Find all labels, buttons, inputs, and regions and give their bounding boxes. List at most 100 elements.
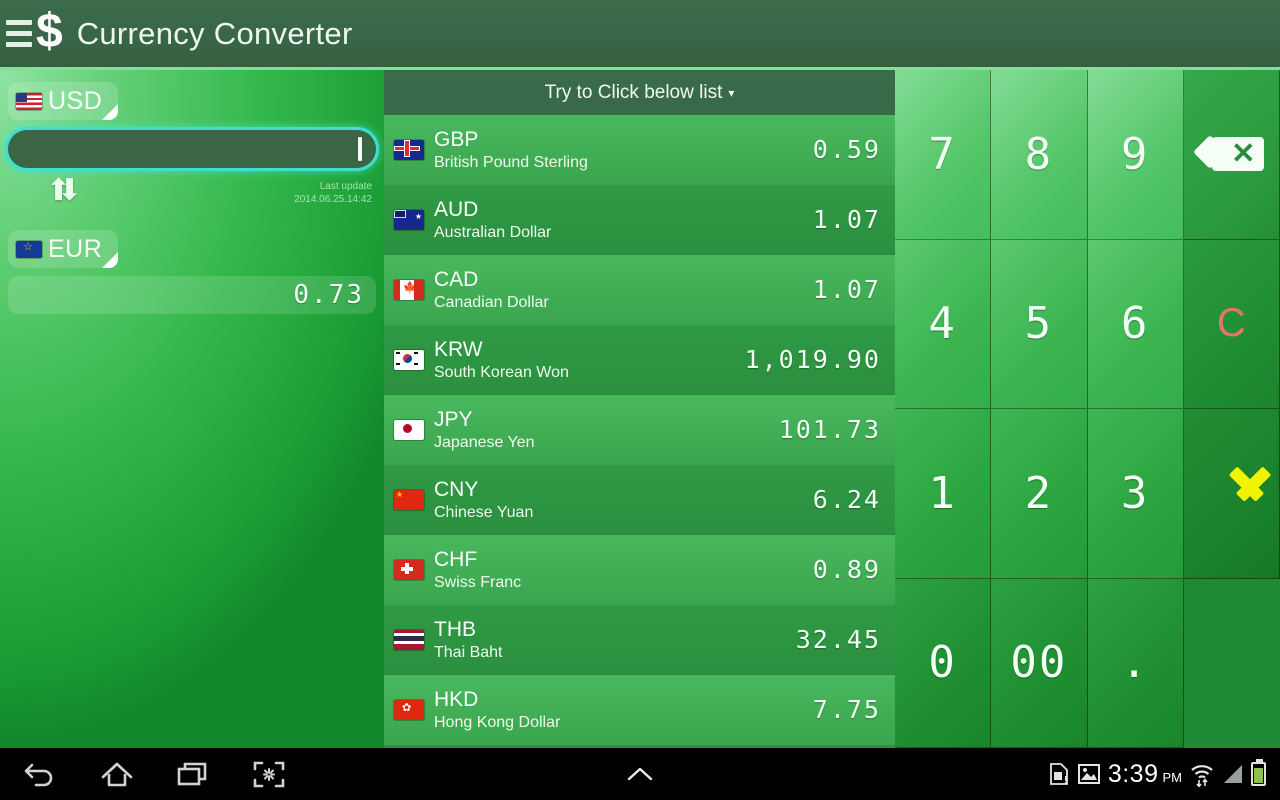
currency-text: JPY Japanese Yen (434, 408, 779, 452)
dollar-icon: $ (36, 4, 63, 58)
flag-icon-jpy (394, 419, 424, 440)
flag-icon-eur (16, 240, 42, 258)
key-clear-label: C (1216, 301, 1246, 346)
signal-icon (1224, 765, 1242, 783)
list-header[interactable]: Try to Click below list ▾ (384, 70, 895, 115)
table-row[interactable]: HKD Hong Kong Dollar 7.75 (384, 675, 895, 745)
recents-icon[interactable] (174, 757, 212, 791)
key-label: 6 (1120, 298, 1150, 350)
key-6[interactable]: 6 (1087, 239, 1184, 409)
amount-input[interactable] (8, 130, 376, 168)
title-bar: $ Currency Converter (0, 0, 1280, 70)
last-update-value: 2014.06.25.14:42 (294, 194, 372, 205)
key-2[interactable]: 2 (991, 409, 1088, 579)
currency-text: GBP British Pound Sterling (434, 128, 813, 172)
table-row[interactable]: KRW South Korean Won 1,019.90 (384, 325, 895, 395)
currency-rate: 7.75 (812, 695, 881, 724)
battery-icon (1251, 759, 1266, 786)
key-1[interactable]: 1 (895, 409, 992, 579)
table-row[interactable]: GBP British Pound Sterling 0.59 (384, 115, 895, 185)
table-row[interactable]: CAD Canadian Dollar 1.07 (384, 255, 895, 325)
flag-icon-aud (394, 209, 424, 230)
currency-rate: 0.89 (812, 555, 881, 584)
currency-code: CHF (434, 547, 478, 571)
table-row[interactable]: THB Thai Baht 32.45 (384, 605, 895, 675)
key-7[interactable]: 7 (895, 70, 992, 240)
key-label: 5 (1024, 298, 1054, 350)
key-label: 7 (928, 128, 957, 180)
currency-code: KRW (434, 337, 483, 361)
currency-rate: 32.45 (795, 625, 881, 654)
flag-icon-krw (394, 349, 424, 370)
key-label: . (1120, 637, 1150, 689)
currency-rate: 0.59 (812, 135, 881, 164)
key-4[interactable]: 4 (895, 239, 992, 409)
currency-code: GBP (434, 127, 479, 151)
chevron-down-icon: ▾ (728, 85, 735, 100)
swap-arrows-icon[interactable]: ⬆ ⬇ (46, 176, 82, 214)
key-label: 2 (1024, 467, 1054, 519)
currency-code: CNY (434, 477, 479, 501)
hamburger-icon[interactable] (6, 19, 32, 49)
table-row[interactable]: AUD Australian Dollar 1.07 (384, 185, 895, 255)
key-9[interactable]: 9 (1087, 70, 1184, 240)
key-8[interactable]: 8 (991, 70, 1088, 240)
currency-name: British Pound Sterling (434, 153, 588, 171)
table-row[interactable]: CHF Swiss Franc 0.89 (384, 535, 895, 605)
currency-name: Swiss Franc (434, 573, 522, 591)
wifi-icon (1191, 765, 1213, 787)
currency-rate: 1.07 (812, 275, 881, 304)
list-header-label: Try to Click below list (544, 81, 723, 103)
currency-code: THB (434, 617, 476, 641)
numeric-keypad: 7 8 9 ✕ 4 5 6 C 1 2 3 0 00. (895, 70, 1280, 748)
image-icon (1077, 764, 1100, 784)
key-clear[interactable]: C (1183, 239, 1280, 409)
page-title: Currency Converter (76, 15, 353, 51)
currency-text: AUD Australian Dollar (434, 198, 813, 242)
currency-code: AUD (434, 197, 479, 221)
backspace-icon: ✕ (1198, 137, 1265, 172)
from-currency-selector[interactable]: USD (8, 82, 118, 120)
currency-name: Australian Dollar (434, 223, 552, 241)
key-label: 4 (928, 298, 957, 350)
currency-text: THB Thai Baht (434, 618, 796, 662)
key-backspace[interactable]: ✕ (1183, 70, 1280, 240)
app-root: $ Currency Converter USD ⬆ ⬇ Last update… (0, 0, 1280, 800)
currency-rows: GBP British Pound Sterling 0.59 AUD Australi… (384, 115, 895, 748)
system-bar: 3:39 PM (0, 748, 1280, 800)
key-decimal-point[interactable]: . (1087, 578, 1184, 748)
key-0[interactable]: 0 (895, 578, 992, 748)
currency-rate: 1,019.90 (744, 345, 881, 374)
last-update-label: Last update (319, 181, 372, 192)
back-icon[interactable] (22, 757, 60, 791)
table-row[interactable]: CNY Chinese Yuan 6.24 (384, 465, 895, 535)
currency-name: Chinese Yuan (434, 503, 534, 521)
screenshot-icon[interactable] (250, 757, 288, 791)
key-double-zero[interactable]: 00 (991, 578, 1088, 748)
currency-text: KRW South Korean Won (434, 338, 745, 382)
key-hide-keyboard[interactable] (1183, 409, 1280, 579)
currency-text: CHF Swiss Franc (434, 548, 813, 592)
key-label: 00 (1010, 637, 1068, 689)
flag-icon-chf (394, 559, 424, 580)
swap-row: ⬆ ⬇ Last update 2014.06.25.14:42 (0, 176, 384, 218)
currency-name: Japanese Yen (434, 433, 535, 451)
flag-icon-hkd (394, 699, 424, 720)
currency-code: JPY (434, 407, 473, 431)
key-label: 8 (1024, 128, 1054, 180)
currency-rate: 6.24 (812, 485, 881, 514)
flag-icon-cny (394, 489, 424, 510)
to-currency-selector[interactable]: EUR (8, 230, 118, 268)
table-row[interactable]: JPY Japanese Yen 101.73 (384, 395, 895, 465)
currency-text: CNY Chinese Yuan (434, 478, 813, 522)
key-label: 0 (928, 637, 957, 689)
home-icon[interactable] (98, 757, 136, 791)
currency-list-panel: Try to Click below list ▾ GBP British Pou… (384, 70, 895, 748)
key-5[interactable]: 5 (991, 239, 1088, 409)
key-3[interactable]: 3 (1087, 409, 1184, 579)
from-currency-code: USD (48, 86, 103, 115)
status-ampm: PM (1162, 770, 1183, 785)
flag-icon-usd (16, 92, 42, 110)
flag-icon-gbp (394, 139, 424, 160)
currency-code: CAD (434, 267, 479, 291)
